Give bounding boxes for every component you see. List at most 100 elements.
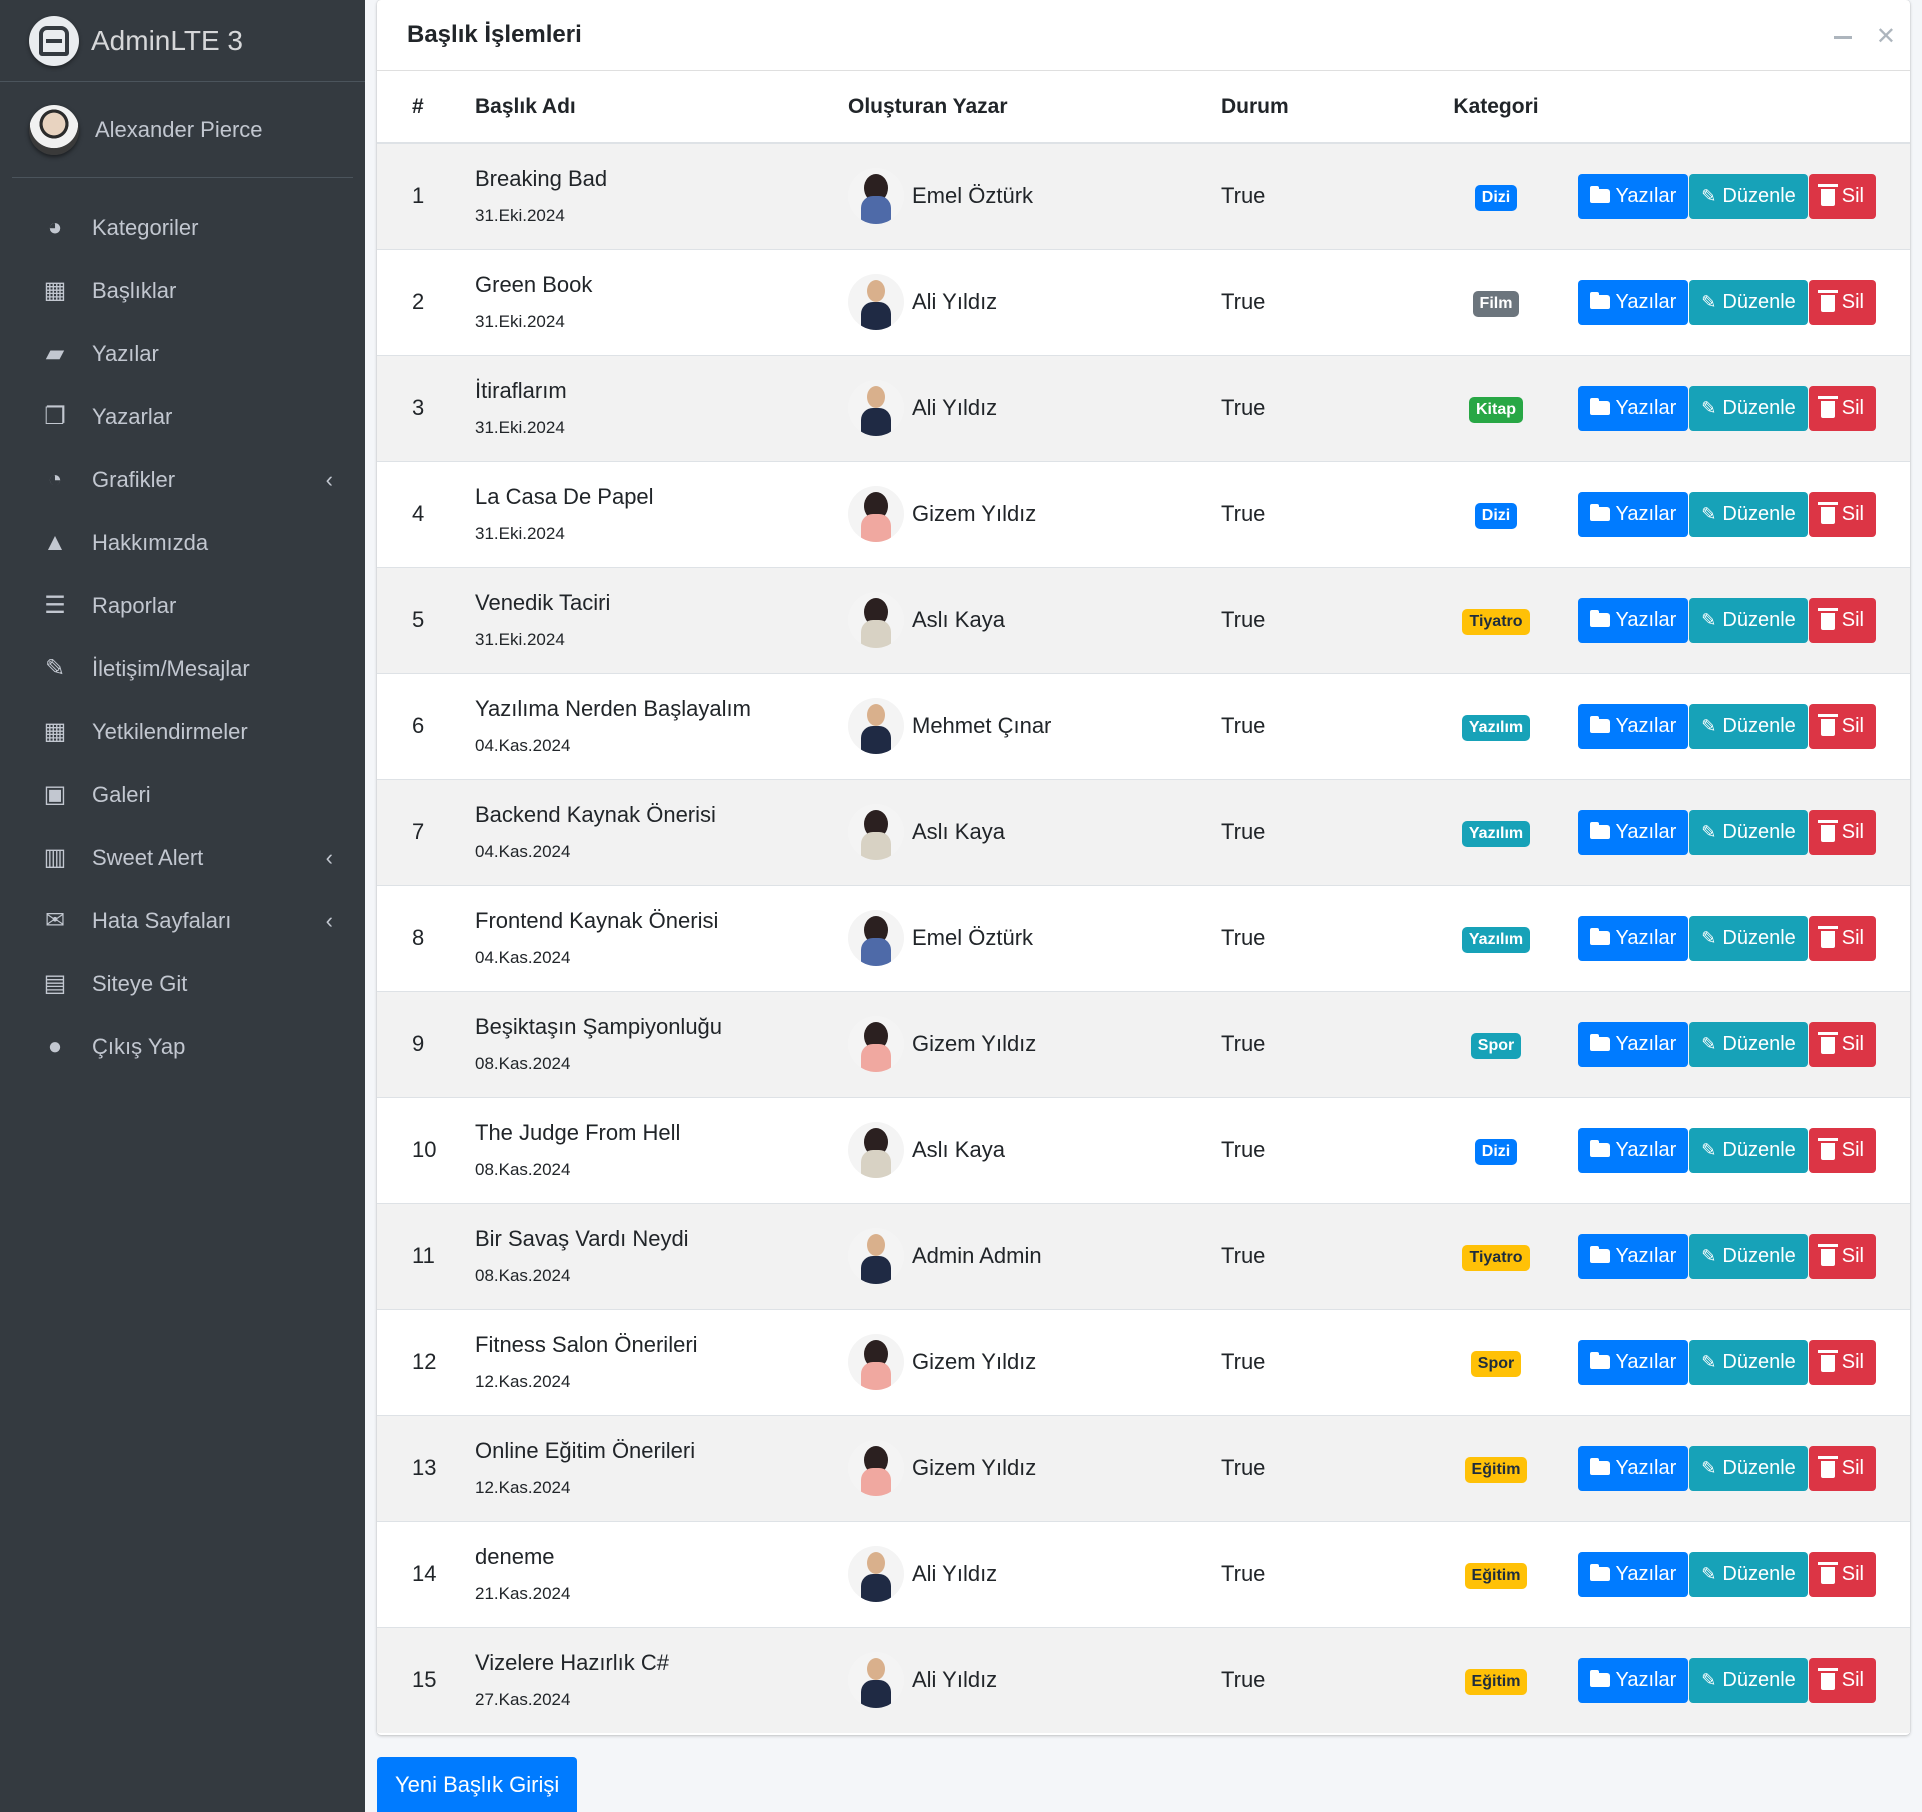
category-cell: Tiyatro [1421, 566, 1571, 673]
edit-button[interactable]: ✎ Düzenle [1689, 1233, 1808, 1279]
sidebar-item[interactable]: ▣ Galeri [0, 763, 365, 826]
title-cell: Venedik Taciri 31.Eki.2024 [475, 566, 848, 673]
author-cell: Emel Öztürk [848, 142, 1221, 249]
delete-button[interactable]: Sil [1808, 915, 1876, 961]
sidebar-item[interactable]: ▰ Yazılar [0, 322, 365, 385]
title-name: deneme [475, 1544, 555, 1569]
author-name: Ali Yıldız [912, 395, 998, 420]
sidebar-item[interactable]: ◔ Grafikler ‹ [0, 448, 365, 511]
title-name: Beşiktaşın Şampiyonluğu [475, 1014, 723, 1039]
actions-cell: Yazılar ✎ Düzenle Sil [1571, 1308, 1910, 1415]
user-panel[interactable]: Alexander Pierce [12, 82, 353, 178]
delete-button[interactable]: Sil [1808, 1339, 1876, 1385]
table-row: 10 The Judge From Hell 08.Kas.2024 Aslı Kay… [377, 1096, 1910, 1203]
row-number: 8 [377, 884, 475, 991]
sidebar-item[interactable]: ☰ Raporlar [0, 574, 365, 637]
delete-button[interactable]: Sil [1808, 173, 1876, 219]
edit-button[interactable]: ✎ Düzenle [1689, 915, 1808, 961]
brand-link[interactable]: AdminLTE 3 [0, 0, 365, 82]
actions-cell: Yazılar ✎ Düzenle Sil [1571, 1202, 1910, 1309]
delete-button-label: Sil [1841, 184, 1864, 207]
new-title-button[interactable]: Yeni Başlık Girişi [377, 1757, 578, 1812]
chevron-left-icon[interactable]: ‹ [326, 845, 333, 871]
posts-button[interactable]: Yazılar [1577, 1127, 1689, 1173]
edit-button[interactable]: ✎ Düzenle [1689, 703, 1808, 749]
delete-button[interactable]: Sil [1808, 597, 1876, 643]
edit-button[interactable]: ✎ Düzenle [1689, 1021, 1808, 1067]
pencil-icon: ✎ [1701, 1245, 1717, 1266]
posts-button-label: Yazılar [1615, 1138, 1677, 1161]
delete-button[interactable]: Sil [1808, 1551, 1876, 1597]
delete-button[interactable]: Sil [1808, 1233, 1876, 1279]
category-badge: Spor [1470, 1032, 1522, 1059]
delete-button-label: Sil [1841, 926, 1864, 949]
edit-button[interactable]: ✎ Düzenle [1689, 1657, 1808, 1703]
author-avatar [848, 1228, 904, 1284]
edit-button[interactable]: ✎ Düzenle [1689, 385, 1808, 431]
category-badge: Dizi [1474, 184, 1518, 211]
delete-button[interactable]: Sil [1808, 279, 1876, 325]
delete-button[interactable]: Sil [1808, 703, 1876, 749]
table-row: 5 Venedik Taciri 31.Eki.2024 Aslı Kaya True T… [377, 566, 1910, 673]
folder-icon [1589, 1034, 1610, 1051]
author-cell: Admin Admin [848, 1202, 1221, 1309]
posts-button[interactable]: Yazılar [1577, 1021, 1689, 1067]
edit-button[interactable]: ✎ Düzenle [1689, 1127, 1808, 1173]
sidebar-item[interactable]: ✎ İletişim/Mesajlar [0, 637, 365, 700]
edit-button[interactable]: ✎ Düzenle [1689, 173, 1808, 219]
posts-button[interactable]: Yazılar [1577, 1233, 1689, 1279]
author-name: Ali Yıldız [912, 1667, 998, 1693]
delete-button[interactable]: Sil [1808, 385, 1876, 431]
sidebar-item[interactable]: ▤ Siteye Git [0, 952, 365, 1015]
posts-button[interactable]: Yazılar [1577, 597, 1689, 643]
sidebar-item[interactable]: ❐ Yazarlar [0, 385, 365, 448]
posts-button[interactable]: Yazılar [1577, 915, 1689, 961]
delete-button[interactable]: Sil [1808, 809, 1876, 855]
delete-button[interactable]: Sil [1808, 1445, 1876, 1491]
posts-button-label: Yazılar [1615, 290, 1677, 313]
title-date: 08.Kas.2024 [475, 1160, 571, 1179]
edit-button[interactable]: ✎ Düzenle [1689, 491, 1808, 537]
actions-cell: Yazılar ✎ Düzenle Sil [1571, 460, 1910, 567]
sidebar-item[interactable]: ✉ Hata Sayfaları ‹ [0, 889, 365, 952]
edit-button[interactable]: ✎ Düzenle [1689, 1445, 1808, 1491]
delete-button[interactable]: Sil [1808, 1657, 1876, 1703]
close-icon[interactable]: ✕ [1876, 22, 1896, 51]
chevron-left-icon[interactable]: ‹ [326, 908, 333, 934]
sidebar-item[interactable]: ▦ Yetkilendirmeler [0, 700, 365, 763]
sidebar-item[interactable]: ● Çıkış Yap [0, 1015, 365, 1078]
trash-icon [1817, 1668, 1838, 1691]
sidebar-item[interactable]: ◕ Kategoriler [0, 196, 365, 259]
posts-button[interactable]: Yazılar [1577, 703, 1689, 749]
posts-button[interactable]: Yazılar [1577, 1551, 1689, 1597]
actions-cell: Yazılar ✎ Düzenle Sil [1571, 884, 1910, 991]
row-number: 6 [377, 672, 475, 779]
delete-button[interactable]: Sil [1808, 1021, 1876, 1067]
title-cell: Fitness Salon Önerileri 12.Kas.2024 [475, 1308, 848, 1415]
author-name: Aslı Kaya [912, 1137, 1005, 1162]
edit-button[interactable]: ✎ Düzenle [1689, 597, 1808, 643]
sidebar-item[interactable]: ▦ Başlıklar [0, 259, 365, 322]
posts-button[interactable]: Yazılar [1577, 279, 1689, 325]
posts-button[interactable]: Yazılar [1577, 809, 1689, 855]
delete-button[interactable]: Sil [1808, 1127, 1876, 1173]
edit-button[interactable]: ✎ Düzenle [1689, 1551, 1808, 1597]
edit-button[interactable]: ✎ Düzenle [1689, 1339, 1808, 1385]
delete-button-label: Sil [1841, 1456, 1864, 1479]
edit-button[interactable]: ✎ Düzenle [1689, 809, 1808, 855]
posts-button[interactable]: Yazılar [1577, 173, 1689, 219]
edit-button-label: Düzenle [1722, 290, 1796, 313]
collapse-icon[interactable] [1833, 36, 1852, 39]
posts-button[interactable]: Yazılar [1577, 1339, 1689, 1385]
chevron-left-icon[interactable]: ‹ [326, 467, 333, 493]
delete-button[interactable]: Sil [1808, 491, 1876, 537]
user-name[interactable]: Alexander Pierce [95, 117, 263, 143]
posts-button[interactable]: Yazılar [1577, 491, 1689, 537]
sidebar-item[interactable]: ▲ Hakkımızda [0, 511, 365, 574]
edit-button[interactable]: ✎ Düzenle [1689, 279, 1808, 325]
sidebar-item[interactable]: ▥ Sweet Alert ‹ [0, 826, 365, 889]
posts-button[interactable]: Yazılar [1577, 1657, 1689, 1703]
posts-button[interactable]: Yazılar [1577, 385, 1689, 431]
table-row: 12 Fitness Salon Önerileri 12.Kas.2024 Gize… [377, 1308, 1910, 1415]
posts-button[interactable]: Yazılar [1577, 1445, 1689, 1491]
